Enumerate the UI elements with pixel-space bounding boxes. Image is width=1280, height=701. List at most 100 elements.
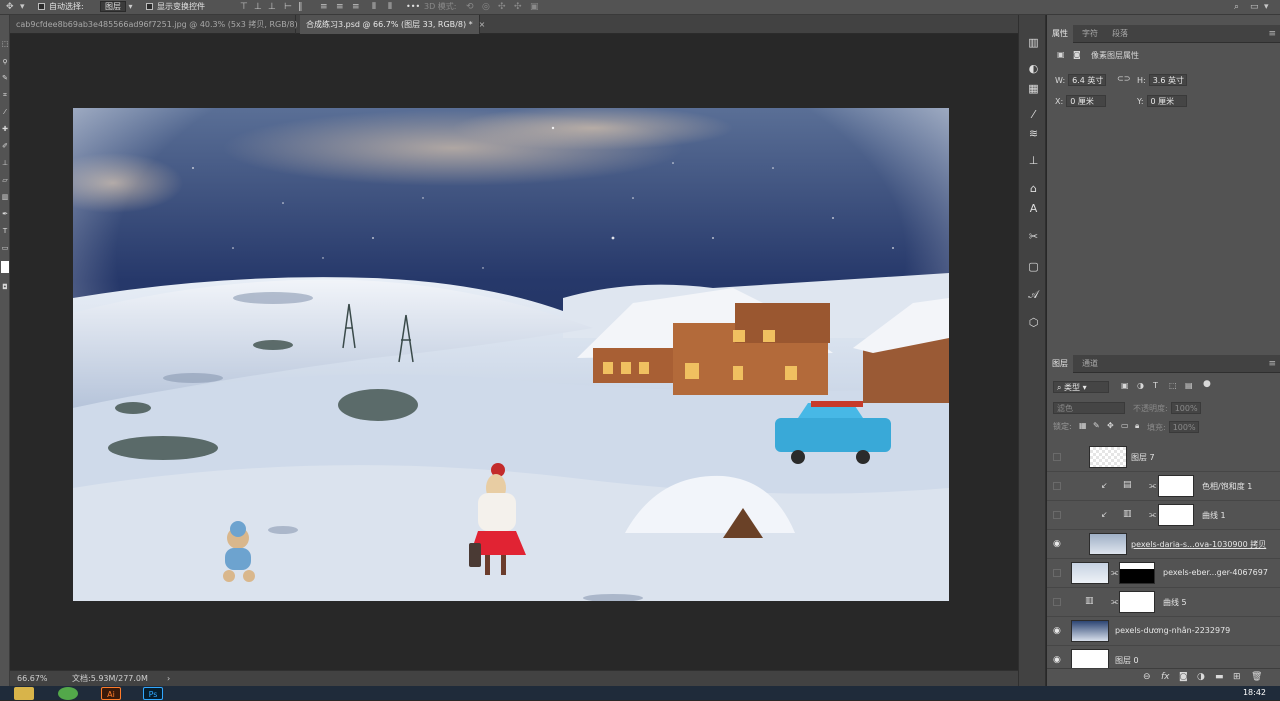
brush-tool-icon[interactable]: ✐	[1, 142, 9, 151]
eye-icon[interactable]: ◉	[1053, 626, 1063, 636]
distribute-right-icon[interactable]: ⦀	[388, 1, 392, 13]
layer-mask-thumbnail[interactable]	[1119, 562, 1155, 584]
link-icon[interactable]: ⫘	[1111, 597, 1118, 607]
tools-icon[interactable]: ✂	[1027, 231, 1040, 243]
align-hcenter-icon[interactable]: ‖	[298, 1, 303, 13]
lock-artboard-icon[interactable]: ▭	[1121, 421, 1129, 430]
shape-tool-icon[interactable]: ▭	[1, 244, 9, 253]
distribute-bottom-icon[interactable]: ≡	[352, 1, 360, 13]
histogram-icon[interactable]: ▥	[1027, 37, 1040, 49]
blend-mode-dropdown[interactable]: 滤色	[1053, 402, 1125, 414]
x-field[interactable]: 0 厘米	[1066, 95, 1107, 107]
add-mask-icon[interactable]: ◙	[1179, 672, 1188, 682]
move-tool-icon[interactable]: ✥	[6, 1, 14, 13]
info-icon[interactable]: ▢	[1027, 261, 1040, 273]
quick-select-tool-icon[interactable]: ✎	[1, 74, 9, 83]
link-layers-icon[interactable]: ⊖	[1143, 672, 1151, 682]
link-icon[interactable]: ⊂⊃	[1117, 74, 1130, 83]
visibility-toggle[interactable]	[1053, 511, 1061, 519]
pen-tool-icon[interactable]: ✒	[1, 210, 9, 219]
gradient-tool-icon[interactable]: ▥	[1, 193, 9, 202]
lock-image-icon[interactable]: ✎	[1093, 421, 1100, 430]
eyedropper-tool-icon[interactable]: ⁄	[1, 108, 9, 117]
eye-icon[interactable]: ◉	[1053, 539, 1063, 549]
eye-icon[interactable]: ◉	[1053, 655, 1063, 665]
panel-menu-icon[interactable]: ≡	[1268, 29, 1276, 39]
filter-adjustment-icon[interactable]: ◑	[1137, 381, 1144, 390]
swatches-icon[interactable]: ▦	[1027, 83, 1040, 95]
workspace-dropdown-icon[interactable]: ▾	[1264, 1, 1269, 13]
layer-row[interactable]: 图层 7	[1047, 443, 1280, 472]
fx-icon[interactable]: fx	[1161, 672, 1170, 682]
layer-row[interactable]: ↙ ▤ ⫘ 色相/饱和度 1	[1047, 472, 1280, 501]
3d-icon[interactable]: ⬡	[1027, 317, 1040, 329]
lock-transparent-icon[interactable]: ▦	[1079, 421, 1087, 430]
link-icon[interactable]: ⫘	[1149, 510, 1156, 520]
photoshop-app-icon[interactable]: Ps	[143, 687, 163, 700]
filter-smart-object-icon[interactable]: ▤	[1185, 381, 1193, 390]
opacity-field[interactable]: 100%	[1170, 402, 1201, 414]
search-icon[interactable]: ⌕	[1234, 1, 1239, 13]
color-icon[interactable]: ◐	[1027, 63, 1040, 75]
document-info[interactable]: 文档:5.93M/277.0M	[72, 671, 148, 686]
more-options[interactable]: •••	[406, 1, 420, 13]
brush-settings-icon[interactable]: ⁄	[1027, 109, 1040, 121]
layer-row[interactable]: ⫘ pexels-eber...ger-4067697	[1047, 559, 1280, 588]
layer-mask-thumbnail[interactable]	[1158, 504, 1194, 526]
height-field[interactable]: 3.6 英寸	[1148, 74, 1187, 86]
zoom-level[interactable]: 66.67%	[17, 671, 48, 686]
tab-hecheng-psd[interactable]: 合成练习3.psd @ 66.7% (图层 33, RGB/8) * ×	[300, 15, 485, 34]
eraser-tool-icon[interactable]: ▱	[1, 176, 9, 185]
layer-mask-thumbnail[interactable]	[1158, 475, 1194, 497]
crop-tool-icon[interactable]: ⌗	[1, 91, 9, 100]
filter-type-icon[interactable]: T	[1153, 381, 1158, 390]
mask-icon[interactable]: ◙	[1073, 50, 1081, 59]
workspace-icon[interactable]: ▭	[1250, 1, 1259, 13]
3d-drag-icon[interactable]: ✣	[498, 1, 506, 13]
lock-position-icon[interactable]: ✥	[1107, 421, 1114, 430]
distribute-center-icon[interactable]: ≡	[336, 1, 344, 13]
auto-select-dropdown[interactable]: 图层 ▾	[100, 1, 133, 13]
tab-character[interactable]: 字符	[1077, 25, 1103, 43]
quick-mask-icon[interactable]: ◘	[1, 283, 9, 292]
link-icon[interactable]: ⫘	[1149, 481, 1156, 491]
visibility-toggle[interactable]	[1053, 453, 1061, 461]
layer-name[interactable]: 图层 0	[1115, 655, 1215, 666]
layer-name[interactable]: 图层 7	[1131, 452, 1231, 463]
clock[interactable]: 18:42	[1243, 686, 1266, 699]
3d-roll-icon[interactable]: ◎	[482, 1, 490, 13]
brushes-icon[interactable]: ≋	[1027, 128, 1040, 140]
layer-row[interactable]: ◉ pexels-daria-s...ova-1030900 拷贝	[1047, 530, 1280, 559]
fill-field[interactable]: 100%	[1168, 421, 1199, 433]
paths-icon[interactable]: A	[1027, 203, 1040, 215]
layer-name[interactable]: pexels-eber...ger-4067697	[1163, 568, 1278, 577]
auto-select-checkbox[interactable]: 自动选择:	[38, 1, 84, 13]
tool-presets-icon[interactable]: ⌂	[1027, 183, 1040, 195]
document-canvas[interactable]	[73, 108, 949, 601]
tab-cab9-jpg[interactable]: cab9cfdee8b69ab3e485566ad96f7251.jpg @ 4…	[10, 15, 317, 34]
tab-properties[interactable]: 属性	[1047, 25, 1073, 43]
3d-slide-icon[interactable]: ✣	[514, 1, 522, 13]
foreground-color-swatch[interactable]	[1, 261, 9, 273]
filter-shape-icon[interactable]: ⬚	[1169, 381, 1177, 390]
layer-row[interactable]: ▥ ⫘ 曲线 5	[1047, 588, 1280, 617]
show-transform-box[interactable]	[146, 3, 153, 10]
tab-layers[interactable]: 图层	[1047, 355, 1073, 373]
illustrator-app-icon[interactable]: Ai	[101, 687, 121, 700]
link-icon[interactable]: ⫘	[1111, 568, 1118, 578]
layer-name[interactable]: 曲线 5	[1163, 597, 1263, 608]
align-bottom-icon[interactable]: ⊥	[268, 1, 276, 13]
auto-select-box[interactable]	[38, 3, 45, 10]
layer-name[interactable]: pexels-dương-nhân-2232979	[1115, 626, 1275, 635]
layer-name[interactable]: pexels-daria-s...ova-1030900 拷贝	[1131, 539, 1276, 550]
visibility-toggle[interactable]	[1053, 482, 1061, 490]
new-group-icon[interactable]: ▬	[1215, 672, 1224, 682]
3d-scale-icon[interactable]: ▣	[530, 1, 539, 13]
close-icon[interactable]: ×	[479, 20, 486, 29]
align-top-icon[interactable]: ⊤	[240, 1, 248, 13]
new-layer-icon[interactable]: ⊞	[1233, 672, 1241, 682]
y-field[interactable]: 0 厘米	[1146, 95, 1187, 107]
filter-pixel-icon[interactable]: ▣	[1121, 381, 1129, 390]
width-field[interactable]: 6.4 英寸	[1068, 74, 1107, 86]
show-transform-checkbox[interactable]: 显示变换控件	[146, 1, 205, 13]
